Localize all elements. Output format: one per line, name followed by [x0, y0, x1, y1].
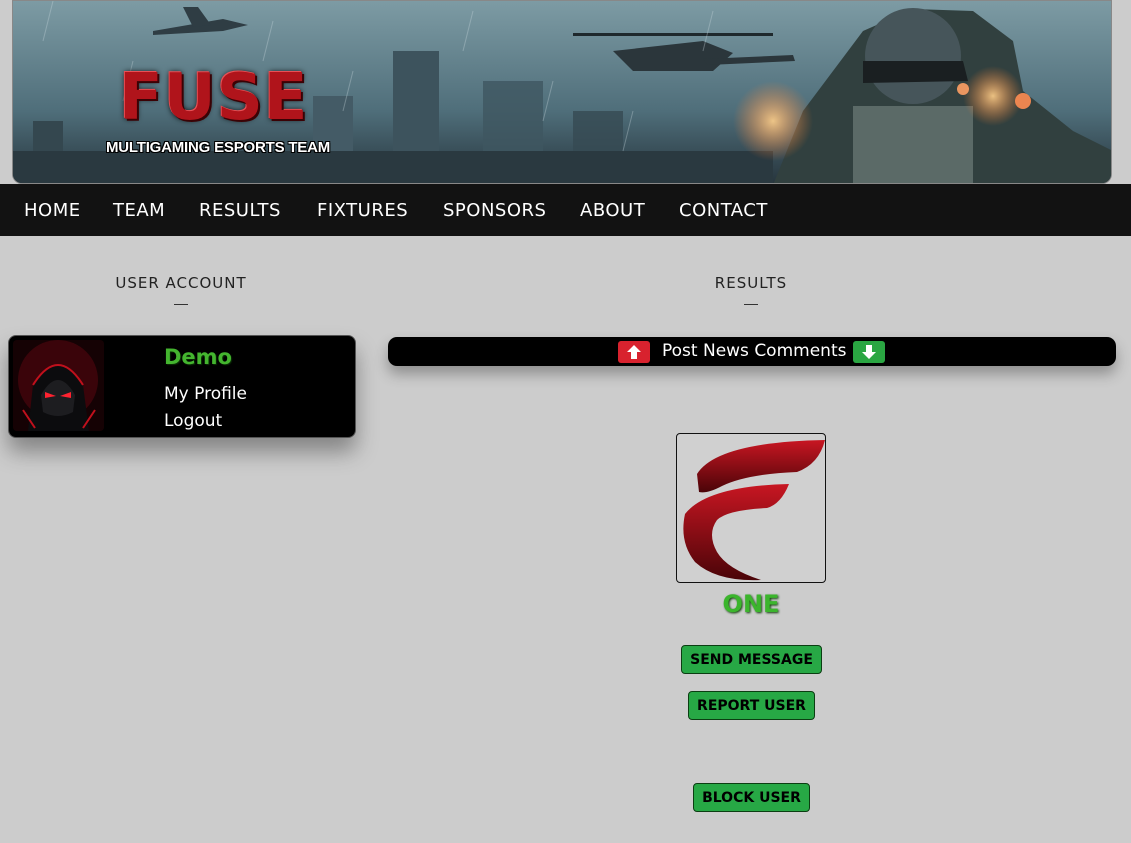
team-logo-image — [676, 433, 826, 583]
team-name: ONE — [722, 590, 780, 618]
site-logo[interactable]: FUSE MULTIGAMING ESPORTS TEAM — [93, 63, 353, 163]
heading-divider — [744, 304, 758, 305]
my-profile-link[interactable]: My Profile — [164, 384, 247, 404]
arrow-up-icon[interactable] — [618, 341, 650, 363]
report-user-button[interactable]: REPORT USER — [688, 691, 815, 720]
user-account-heading: USER ACCOUNT — [115, 274, 247, 292]
nav-item-results[interactable]: RESULTS — [199, 200, 281, 221]
send-message-button[interactable]: SEND MESSAGE — [681, 645, 822, 674]
main-navigation: HOME TEAM RESULTS FIXTURES SPONSORS ABOU… — [0, 184, 1131, 236]
nav-item-fixtures[interactable]: FIXTURES — [317, 200, 408, 221]
f-logo-icon — [683, 440, 825, 581]
post-news-comments-label: Post News Comments — [662, 341, 847, 361]
arrow-up-glyph — [627, 345, 641, 359]
block-user-button[interactable]: BLOCK USER — [693, 783, 810, 812]
arrow-down-glyph — [862, 345, 876, 359]
nav-item-about[interactable]: ABOUT — [580, 200, 645, 221]
hooded-figure-avatar-image — [13, 340, 104, 431]
logo-subtitle: MULTIGAMING ESPORTS TEAM — [105, 139, 331, 156]
nav-item-home[interactable]: HOME — [24, 200, 81, 221]
username[interactable]: Demo — [164, 345, 232, 369]
nav-item-contact[interactable]: CONTACT — [679, 200, 768, 221]
arrow-down-icon[interactable] — [853, 341, 885, 363]
nav-item-team[interactable]: TEAM — [113, 200, 165, 221]
logout-link[interactable]: Logout — [164, 411, 222, 431]
logo-wordmark: FUSE — [119, 61, 309, 135]
avatar[interactable] — [13, 340, 104, 431]
user-account-card: Demo My Profile Logout — [8, 335, 356, 438]
post-news-comments-bar: Post News Comments — [388, 337, 1116, 366]
header-banner: FUSE MULTIGAMING ESPORTS TEAM — [12, 0, 1112, 184]
results-heading: RESULTS — [714, 274, 788, 292]
nav-item-sponsors[interactable]: SPONSORS — [443, 200, 546, 221]
heading-divider — [174, 304, 188, 305]
